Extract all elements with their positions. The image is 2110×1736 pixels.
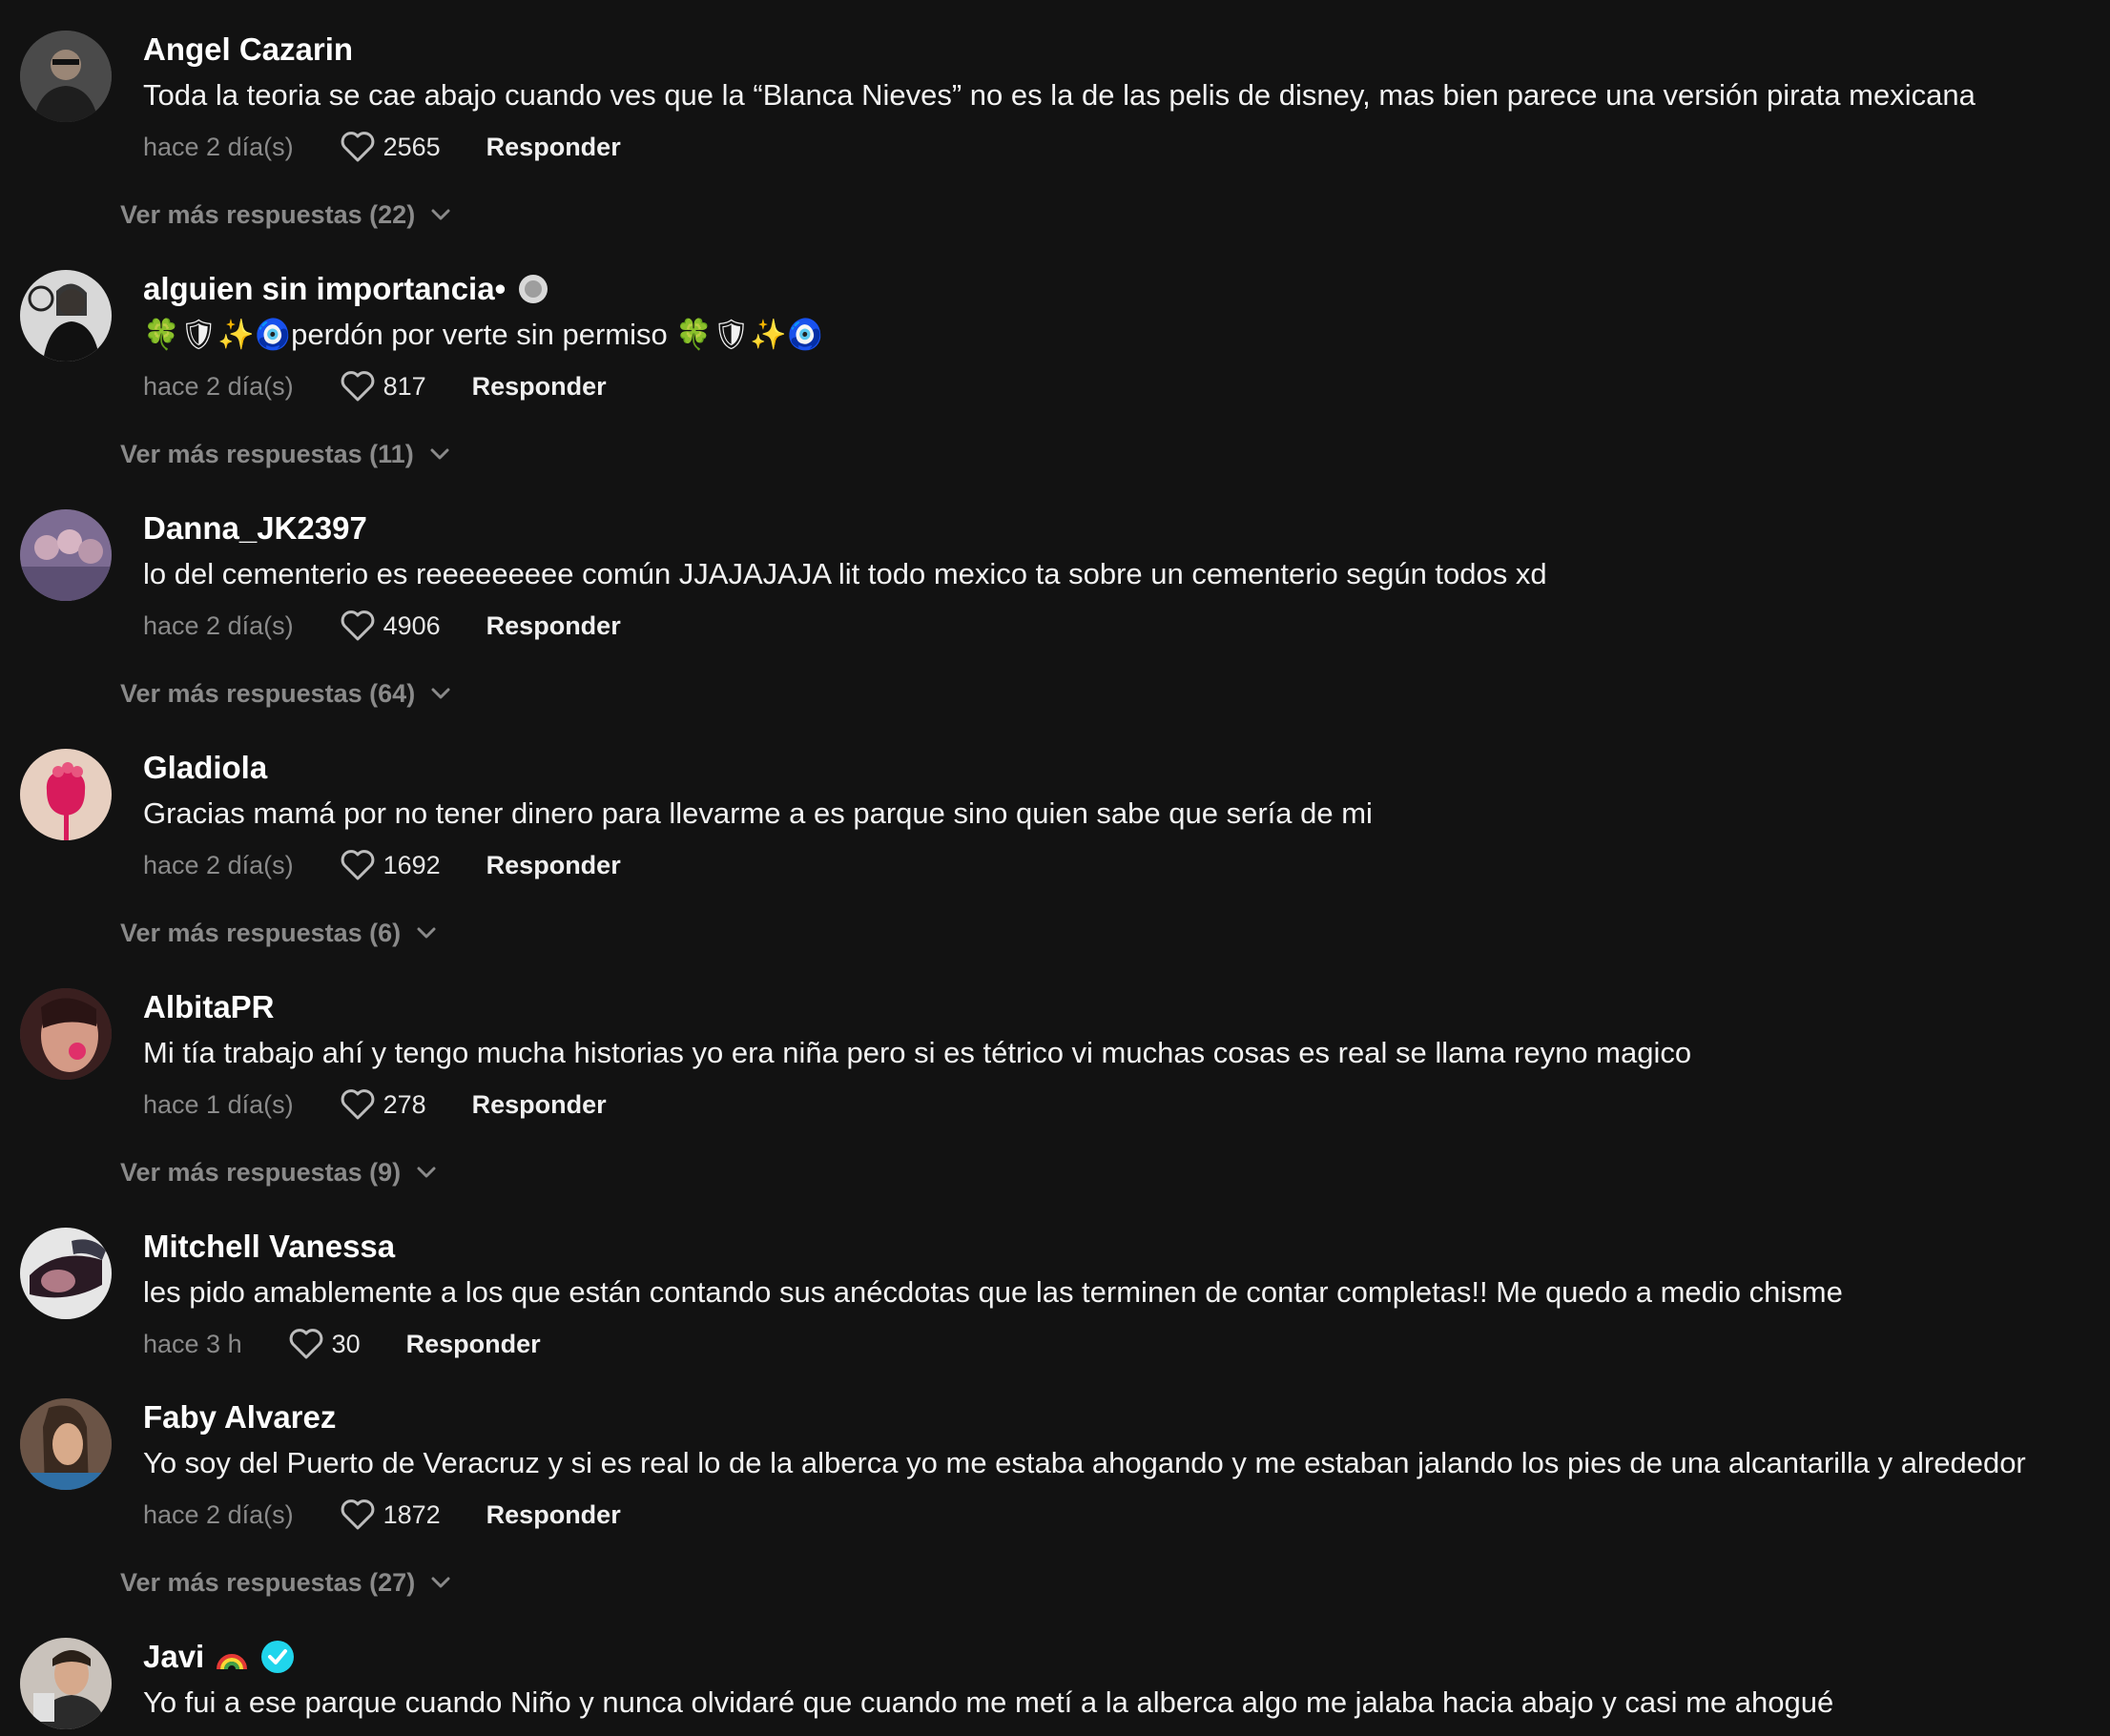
- comment-meta: hace 2 día(s) 2565 Responder: [143, 126, 621, 168]
- chevron-down-icon[interactable]: [416, 1166, 437, 1179]
- chevron-down-icon[interactable]: [416, 926, 437, 940]
- like-button[interactable]: 2565: [340, 131, 441, 163]
- username[interactable]: Danna_JK2397: [143, 507, 367, 549]
- timestamp: hace 2 día(s): [143, 1499, 294, 1529]
- like-button[interactable]: 1872: [340, 1498, 441, 1531]
- heart-outline-icon[interactable]: [340, 849, 376, 881]
- comment-text: Mi tía trabajo ahí y tengo mucha histori…: [143, 1036, 1692, 1069]
- view-more-replies-button[interactable]: Ver más respuestas (6): [120, 914, 437, 952]
- avatar[interactable]: [20, 1228, 112, 1319]
- avatar[interactable]: [20, 1398, 112, 1490]
- like-count: 1872: [383, 1499, 441, 1529]
- view-more-replies-label[interactable]: Ver más respuestas (6): [120, 919, 401, 948]
- like-count: 4906: [383, 610, 441, 640]
- avatar[interactable]: [20, 1638, 112, 1729]
- like-count: 817: [383, 371, 426, 401]
- comment-text: Yo soy del Puerto de Veracruz y si es re…: [143, 1446, 2026, 1479]
- username[interactable]: Angel Cazarin: [143, 29, 353, 71]
- heart-outline-icon[interactable]: [288, 1328, 324, 1360]
- chevron-down-icon[interactable]: [430, 1576, 451, 1589]
- like-count: 1692: [383, 850, 441, 879]
- avatar[interactable]: [20, 509, 112, 601]
- username-text[interactable]: AlbitaPR: [143, 986, 275, 1028]
- username[interactable]: alguien sin importancia•: [143, 268, 549, 310]
- username[interactable]: Javi: [143, 1636, 296, 1678]
- grey-circle-emoji-icon: [519, 275, 548, 303]
- username-text[interactable]: Faby Alvarez: [143, 1396, 336, 1438]
- like-count: 30: [331, 1329, 361, 1358]
- username-text[interactable]: Danna_JK2397: [143, 507, 367, 549]
- comment-meta: hace 3 h 30 Responder: [143, 1323, 541, 1365]
- heart-outline-icon[interactable]: [340, 1498, 376, 1531]
- username-text[interactable]: Mitchell Vanessa: [143, 1226, 395, 1268]
- timestamp: hace 2 día(s): [143, 132, 294, 161]
- like-button[interactable]: 4906: [340, 610, 441, 642]
- timestamp: hace 2 día(s): [143, 610, 294, 640]
- view-more-replies-button[interactable]: Ver más respuestas (9): [120, 1153, 437, 1191]
- timestamp: hace 1 día(s): [143, 1089, 294, 1119]
- avatar[interactable]: [20, 270, 112, 362]
- username[interactable]: Mitchell Vanessa: [143, 1226, 395, 1268]
- like-count: 278: [383, 1089, 426, 1119]
- comment-text: 🍀🛡✨🧿perdón por verte sin permiso 🍀🛡✨🧿: [143, 318, 824, 351]
- chevron-down-icon[interactable]: [429, 447, 450, 461]
- like-button[interactable]: 278: [340, 1088, 426, 1121]
- avatar[interactable]: [20, 749, 112, 840]
- rainbow-emoji-icon: [217, 1654, 248, 1670]
- like-button[interactable]: 30: [288, 1328, 361, 1360]
- comment-meta: hace 2 día(s) 1872 Responder: [143, 1494, 621, 1536]
- heart-outline-icon[interactable]: [340, 1088, 376, 1121]
- reply-button[interactable]: Responder: [472, 372, 607, 402]
- username-text[interactable]: Gladiola: [143, 747, 267, 789]
- username-text[interactable]: alguien sin importancia•: [143, 268, 506, 310]
- like-count: 2565: [383, 132, 441, 161]
- heart-outline-icon[interactable]: [340, 610, 376, 642]
- reply-button[interactable]: Responder: [406, 1330, 541, 1359]
- view-more-replies-button[interactable]: Ver más respuestas (11): [120, 435, 450, 473]
- comment-meta: hace 1 día(s) 278 Responder: [143, 1084, 607, 1126]
- comment-text: Yo fui a ese parque cuando Niño y nunca …: [143, 1685, 1834, 1719]
- comment-list: Angel Cazarin Toda la teoria se cae abaj…: [0, 0, 2110, 1736]
- verified-badge-icon: [261, 1641, 295, 1673]
- view-more-replies-label[interactable]: Ver más respuestas (64): [120, 679, 415, 709]
- comment-text: les pido amablemente a los que están con…: [143, 1275, 1843, 1309]
- username[interactable]: Faby Alvarez: [143, 1396, 336, 1438]
- heart-outline-icon[interactable]: [340, 370, 376, 403]
- reply-button[interactable]: Responder: [486, 133, 621, 162]
- heart-outline-icon[interactable]: [340, 131, 376, 163]
- avatar[interactable]: [20, 31, 112, 122]
- reply-button[interactable]: Responder: [486, 611, 621, 641]
- username-text[interactable]: Javi: [143, 1636, 204, 1678]
- timestamp: hace 2 día(s): [143, 371, 294, 401]
- like-button[interactable]: 1692: [340, 849, 441, 881]
- comment-text: Gracias mamá por no tener dinero para ll…: [143, 796, 1373, 830]
- view-more-replies-button[interactable]: Ver más respuestas (22): [120, 196, 451, 234]
- comment-meta: hace 2 día(s) 4906 Responder: [143, 605, 621, 647]
- chevron-down-icon[interactable]: [430, 687, 451, 700]
- comment-meta: hace 2 día(s) 817 Responder: [143, 365, 607, 407]
- view-more-replies-button[interactable]: Ver más respuestas (27): [120, 1563, 451, 1602]
- comment-meta: hace 2 día(s) 1692 Responder: [143, 844, 621, 886]
- avatar[interactable]: [20, 988, 112, 1080]
- view-more-replies-label[interactable]: Ver más respuestas (9): [120, 1158, 401, 1188]
- username[interactable]: Gladiola: [143, 747, 267, 789]
- timestamp: hace 2 día(s): [143, 850, 294, 879]
- view-more-replies-label[interactable]: Ver más respuestas (11): [120, 440, 414, 469]
- chevron-down-icon[interactable]: [430, 208, 451, 221]
- timestamp: hace 3 h: [143, 1329, 242, 1358]
- comment-text: Toda la teoria se cae abajo cuando ves q…: [143, 78, 1976, 112]
- view-more-replies-label[interactable]: Ver más respuestas (27): [120, 1568, 415, 1598]
- reply-button[interactable]: Responder: [486, 851, 621, 880]
- view-more-replies-label[interactable]: Ver más respuestas (22): [120, 200, 415, 230]
- view-more-replies-button[interactable]: Ver más respuestas (64): [120, 674, 451, 713]
- comment-text: lo del cementerio es reeeeeeeee común JJ…: [143, 557, 1547, 590]
- reply-button[interactable]: Responder: [472, 1090, 607, 1120]
- reply-button[interactable]: Responder: [486, 1500, 621, 1530]
- username-text[interactable]: Angel Cazarin: [143, 29, 353, 71]
- like-button[interactable]: 817: [340, 370, 426, 403]
- username[interactable]: AlbitaPR: [143, 986, 275, 1028]
